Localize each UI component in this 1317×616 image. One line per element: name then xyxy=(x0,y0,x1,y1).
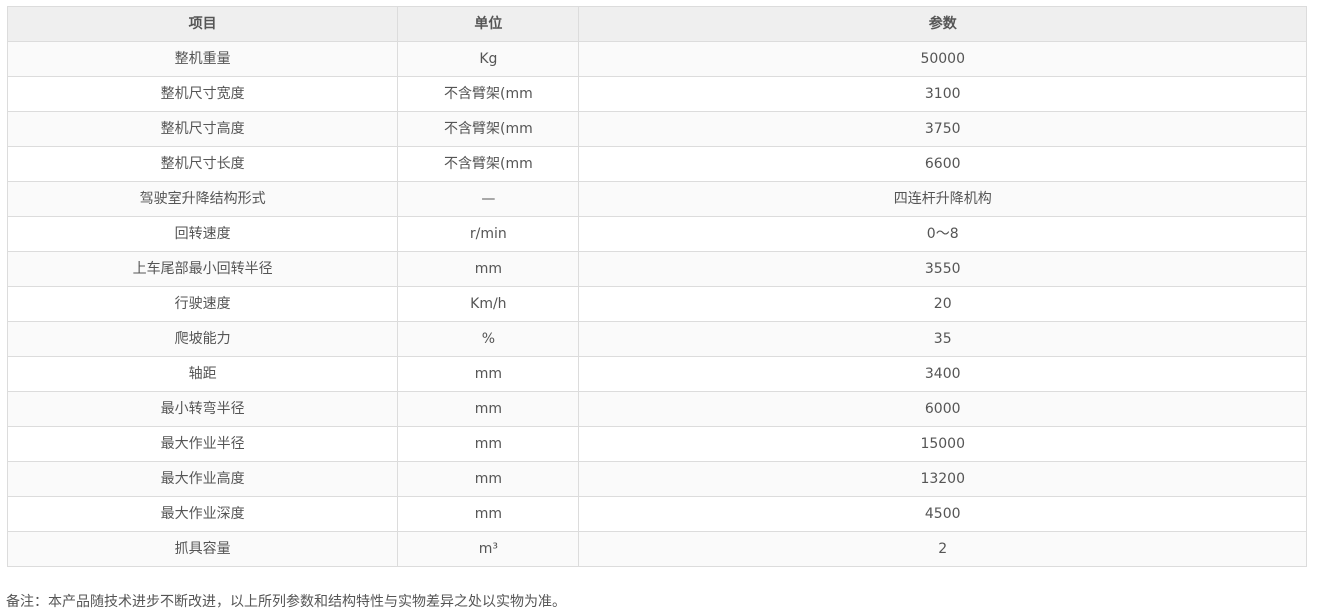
table-row: 轴距 mm 3400 xyxy=(6,356,1307,392)
spec-table: 项目 单位 参数 整机重量 Kg 50000 整机尺寸宽度 不含臂架(mm 31… xyxy=(6,6,1307,567)
cell-param: 6600 xyxy=(578,146,1307,182)
cell-item: 回转速度 xyxy=(6,216,399,252)
cell-param: 6000 xyxy=(578,391,1307,427)
table-row: 爬坡能力 % 35 xyxy=(6,321,1307,357)
cell-unit: Kg xyxy=(397,41,580,77)
header-param: 参数 xyxy=(578,6,1307,42)
cell-item: 爬坡能力 xyxy=(6,321,399,357)
cell-unit: mm xyxy=(397,426,580,462)
cell-param: 13200 xyxy=(578,461,1307,497)
table-row: 整机重量 Kg 50000 xyxy=(6,41,1307,77)
cell-unit: — xyxy=(397,181,580,217)
cell-item: 行驶速度 xyxy=(6,286,399,322)
cell-param: 4500 xyxy=(578,496,1307,532)
cell-item: 最大作业高度 xyxy=(6,461,399,497)
cell-param: 15000 xyxy=(578,426,1307,462)
cell-unit: mm xyxy=(397,461,580,497)
cell-item: 最小转弯半径 xyxy=(6,391,399,427)
cell-item: 最大作业深度 xyxy=(6,496,399,532)
cell-unit: Km/h xyxy=(397,286,580,322)
cell-item: 整机尺寸宽度 xyxy=(6,76,399,112)
cell-param: 3400 xyxy=(578,356,1307,392)
cell-item: 整机尺寸长度 xyxy=(6,146,399,182)
table-header-row: 项目 单位 参数 xyxy=(6,6,1307,42)
cell-unit: mm xyxy=(397,356,580,392)
table-row: 回转速度 r/min 0～8 xyxy=(6,216,1307,252)
cell-unit: mm xyxy=(397,251,580,287)
cell-unit: 不含臂架(mm xyxy=(397,76,580,112)
table-row: 整机尺寸高度 不含臂架(mm 3750 xyxy=(6,111,1307,147)
table-row: 最大作业深度 mm 4500 xyxy=(6,496,1307,532)
cell-unit: mm xyxy=(397,391,580,427)
cell-unit: % xyxy=(397,321,580,357)
cell-unit: mm xyxy=(397,496,580,532)
table-row: 上车尾部最小回转半径 mm 3550 xyxy=(6,251,1307,287)
cell-item: 抓具容量 xyxy=(6,531,399,567)
table-row: 抓具容量 m³ 2 xyxy=(6,531,1307,567)
header-item: 项目 xyxy=(6,6,399,42)
cell-param: 四连杆升降机构 xyxy=(578,181,1307,217)
cell-param: 0～8 xyxy=(578,216,1307,252)
header-unit: 单位 xyxy=(397,6,580,42)
cell-param: 3100 xyxy=(578,76,1307,112)
remark-note: 备注：本产品随技术进步不断改进，以上所列参数和结构特性与实物差异之处以实物为准。 xyxy=(6,594,566,610)
cell-item: 上车尾部最小回转半径 xyxy=(6,251,399,287)
cell-param: 35 xyxy=(578,321,1307,357)
cell-param: 3550 xyxy=(578,251,1307,287)
table-row: 最大作业半径 mm 15000 xyxy=(6,426,1307,462)
cell-param: 2 xyxy=(578,531,1307,567)
cell-item: 轴距 xyxy=(6,356,399,392)
table-row: 整机尺寸宽度 不含臂架(mm 3100 xyxy=(6,76,1307,112)
cell-param: 20 xyxy=(578,286,1307,322)
table-row: 最大作业高度 mm 13200 xyxy=(6,461,1307,497)
cell-param: 3750 xyxy=(578,111,1307,147)
cell-unit: 不含臂架(mm xyxy=(397,111,580,147)
table-row: 行驶速度 Km/h 20 xyxy=(6,286,1307,322)
cell-unit: m³ xyxy=(397,531,580,567)
cell-item: 最大作业半径 xyxy=(6,426,399,462)
table-row: 驾驶室升降结构形式 — 四连杆升降机构 xyxy=(6,181,1307,217)
table-row: 整机尺寸长度 不含臂架(mm 6600 xyxy=(6,146,1307,182)
table-row: 最小转弯半径 mm 6000 xyxy=(6,391,1307,427)
cell-item: 驾驶室升降结构形式 xyxy=(6,181,399,217)
cell-unit: r/min xyxy=(397,216,580,252)
cell-unit: 不含臂架(mm xyxy=(397,146,580,182)
cell-item: 整机尺寸高度 xyxy=(6,111,399,147)
cell-item: 整机重量 xyxy=(6,41,399,77)
cell-param: 50000 xyxy=(578,41,1307,77)
